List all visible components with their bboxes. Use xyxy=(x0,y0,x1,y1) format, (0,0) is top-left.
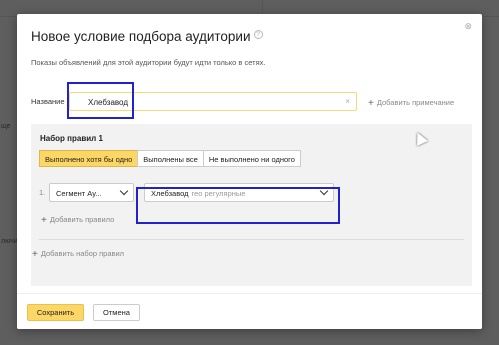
segment-type-value: Сегмент Ау... xyxy=(56,189,102,198)
name-label: Название xyxy=(31,97,65,106)
highlight-box-name xyxy=(67,82,134,119)
ruleset-title: Набор правил 1 xyxy=(40,134,103,143)
tab-all[interactable]: Выполнены все xyxy=(137,150,204,167)
add-rule-label: Добавить правило xyxy=(49,215,115,224)
dialog-title: Новое условие подбора аудитории? xyxy=(31,29,263,44)
plus-icon: + xyxy=(368,98,374,109)
dialog-title-text: Новое условие подбора аудитории xyxy=(31,29,251,44)
audience-condition-dialog: ⊗ Новое условие подбора аудитории? Показ… xyxy=(17,14,482,329)
chevron-down-icon xyxy=(119,186,129,196)
add-rule-link[interactable]: + Добавить правило xyxy=(41,214,115,226)
segment-type-select[interactable]: Сегмент Ау... xyxy=(49,183,134,202)
tab-none[interactable]: Не выполнено ни одного xyxy=(202,150,301,167)
ruleset-divider xyxy=(39,239,464,240)
add-note-label: Добавить примечание xyxy=(376,98,455,107)
dialog-subtitle: Показы объявлений для этой аудитории буд… xyxy=(31,58,266,67)
tab-at-least-one[interactable]: Выполнено хотя бы одно xyxy=(39,150,139,167)
help-icon[interactable]: ? xyxy=(253,30,263,39)
match-mode-tabs: Выполнено хотя бы одно Выполнены все Не … xyxy=(39,150,301,167)
add-ruleset-link[interactable]: + Добавить набор правил xyxy=(32,248,125,260)
rule-number: 1. xyxy=(39,188,46,197)
highlight-box-segment xyxy=(136,187,340,224)
plus-icon: + xyxy=(41,215,47,226)
close-icon[interactable]: ⊗ xyxy=(464,21,472,32)
add-ruleset-label: Добавить набор правил xyxy=(40,249,125,258)
plus-icon: + xyxy=(32,249,38,260)
clear-icon[interactable]: × xyxy=(345,97,350,106)
cancel-button[interactable]: Отмена xyxy=(93,304,140,321)
add-note-link[interactable]: + Добавить примечание xyxy=(368,97,455,109)
save-button[interactable]: Сохранить xyxy=(27,304,84,321)
dialog-footer: Сохранить Отмена xyxy=(17,293,482,329)
background-text: ще xyxy=(1,123,11,130)
